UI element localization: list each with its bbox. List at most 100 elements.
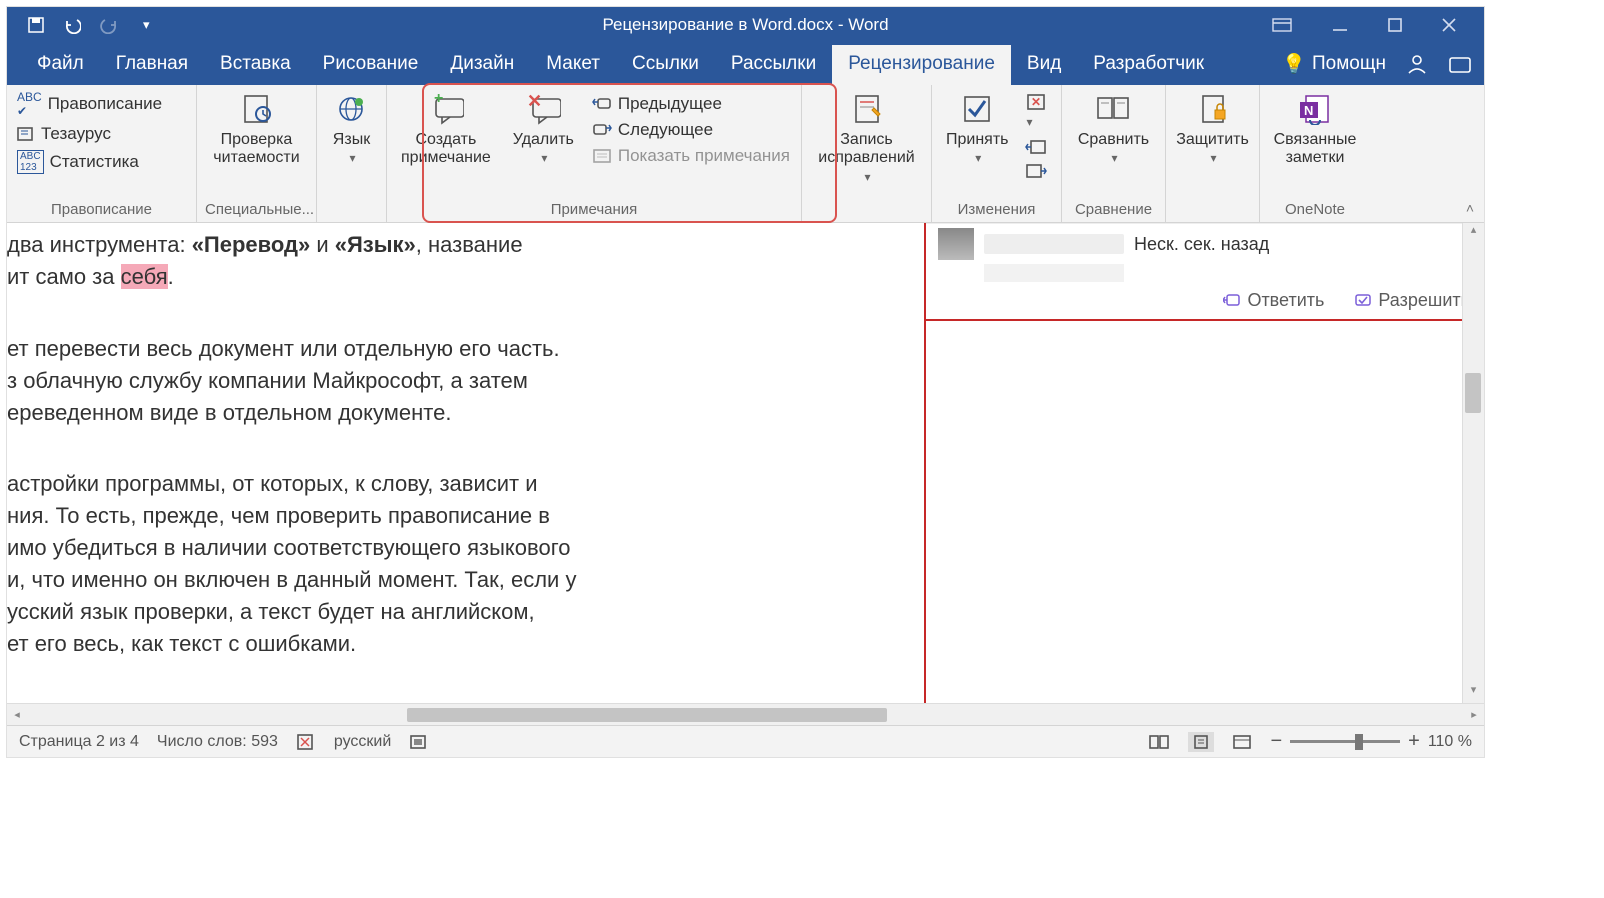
compare-button[interactable]: Сравнить [1072, 89, 1155, 170]
group-protect: Защитить [1166, 85, 1260, 222]
qat-customize-icon[interactable]: ▾ [143, 17, 150, 33]
title-bar: ▾ Рецензирование в Word.docx - Word [7, 7, 1484, 43]
save-icon[interactable] [27, 16, 45, 34]
lock-icon [1195, 91, 1231, 127]
next-comment-icon [592, 122, 612, 138]
tab-insert[interactable]: Вставка [204, 45, 307, 85]
tab-mailings[interactable]: Рассылки [715, 45, 832, 85]
maximize-icon[interactable] [1388, 18, 1402, 32]
zoom-level[interactable]: 110 % [1428, 733, 1472, 751]
thesaurus-button[interactable]: Тезаурус [15, 123, 164, 145]
zoom-in-button[interactable]: + [1408, 730, 1420, 753]
new-comment-icon: + [428, 91, 464, 127]
share-icon[interactable] [1448, 54, 1472, 74]
previous-comment-button[interactable]: Предыдущее [590, 93, 792, 115]
horizontal-scrollbar[interactable]: ◂ ▸ [7, 703, 1484, 725]
tab-file[interactable]: Файл [21, 45, 100, 85]
reject-icon[interactable]: ✕ [1025, 93, 1047, 131]
comment-item[interactable]: Неск. сек. назад Ответить Разрешить [926, 224, 1484, 321]
accept-icon [959, 91, 995, 127]
tab-view[interactable]: Вид [1011, 45, 1077, 85]
close-icon[interactable] [1442, 18, 1456, 32]
onenote-icon: N [1297, 91, 1333, 127]
lightbulb-icon: 💡 [1282, 52, 1306, 76]
delete-comment-icon: ✕ [525, 91, 561, 127]
readability-icon [238, 91, 274, 127]
tab-references[interactable]: Ссылки [616, 45, 715, 85]
undo-icon[interactable] [63, 16, 81, 34]
comment-body [984, 264, 1124, 282]
group-tracking: Запись исправлений [802, 85, 932, 222]
zoom-slider[interactable] [1290, 740, 1400, 743]
page-indicator[interactable]: Страница 2 из 4 [19, 733, 139, 751]
svg-text:+: + [434, 93, 443, 107]
ribbon: ABC✔Правописание Тезаурус ABC123Статисти… [7, 85, 1484, 223]
svg-text:✕: ✕ [527, 93, 542, 111]
tab-review[interactable]: Рецензирование [832, 45, 1011, 85]
scroll-thumb[interactable] [1465, 373, 1481, 413]
tab-developer[interactable]: Разработчик [1077, 45, 1220, 85]
next-comment-button[interactable]: Следующее [590, 119, 792, 141]
group-changes: Принять ✕ Изменения [932, 85, 1062, 222]
delete-comment-button[interactable]: ✕ Удалить [507, 89, 580, 170]
resolve-button[interactable]: Разрешить [1354, 290, 1470, 311]
compare-icon [1095, 91, 1131, 127]
group-language: Язык [317, 85, 387, 222]
globe-icon [333, 91, 369, 127]
group-onenote: N Связанные заметки OneNote [1260, 85, 1370, 222]
read-mode-icon[interactable] [1148, 734, 1170, 750]
group-comments: + Создать примечание ✕ Удалить Предыдуще… [387, 85, 802, 222]
content-area: два инструмента: «Перевод» и «Язык», наз… [7, 223, 1484, 703]
group-accessibility: Проверка читаемости Специальные... [197, 85, 317, 222]
tab-design[interactable]: Дизайн [434, 45, 530, 85]
language-indicator[interactable]: русский [334, 733, 391, 751]
comments-pane: Неск. сек. назад Ответить Разрешить [926, 223, 1484, 703]
prev-change-icon[interactable] [1025, 139, 1047, 155]
reply-button[interactable]: Ответить [1223, 290, 1324, 311]
readability-button[interactable]: Проверка читаемости [207, 89, 305, 170]
collapse-ribbon-icon[interactable]: ˄ [1466, 200, 1474, 216]
avatar [938, 228, 974, 260]
new-comment-button[interactable]: + Создать примечание [395, 89, 497, 170]
spelling-button[interactable]: ABC✔Правописание [15, 89, 164, 119]
track-changes-button[interactable]: Запись исправлений [810, 89, 923, 188]
comment-author [984, 234, 1124, 254]
proofing-status-icon[interactable] [296, 733, 316, 751]
account-icon[interactable] [1406, 53, 1428, 75]
track-changes-icon [849, 91, 885, 127]
word-count[interactable]: Число слов: 593 [157, 733, 278, 751]
ribbon-tabs: Файл Главная Вставка Рисование Дизайн Ма… [7, 43, 1484, 85]
macro-indicator-icon[interactable] [409, 734, 427, 750]
status-bar: Страница 2 из 4 Число слов: 593 русский … [7, 725, 1484, 757]
show-comments-button[interactable]: Показать примечания [590, 145, 792, 167]
tab-home[interactable]: Главная [100, 45, 204, 85]
minimize-icon[interactable] [1332, 18, 1348, 32]
accept-button[interactable]: Принять [940, 89, 1015, 170]
group-proofing: ABC✔Правописание Тезаурус ABC123Статисти… [7, 85, 197, 222]
comment-time: Неск. сек. назад [1134, 234, 1269, 255]
tab-layout[interactable]: Макет [530, 45, 616, 85]
spelling-icon: ABC✔ [17, 90, 42, 118]
ribbon-display-icon[interactable] [1272, 18, 1292, 32]
zoom-out-button[interactable]: − [1270, 730, 1282, 753]
onenote-button[interactable]: N Связанные заметки [1268, 89, 1363, 170]
hscroll-thumb[interactable] [407, 708, 887, 722]
group-compare: Сравнить Сравнение [1062, 85, 1166, 222]
word-count-button[interactable]: ABC123Статистика [15, 149, 164, 175]
web-layout-icon[interactable] [1232, 734, 1252, 750]
protect-button[interactable]: Защитить [1170, 89, 1255, 170]
redo-icon[interactable] [99, 16, 117, 34]
vertical-scrollbar[interactable]: ▴ ▾ [1462, 223, 1484, 703]
document-body[interactable]: два инструмента: «Перевод» и «Язык», наз… [7, 223, 926, 703]
next-change-icon[interactable] [1025, 163, 1047, 179]
app-window: ▾ Рецензирование в Word.docx - Word Файл… [6, 6, 1485, 758]
tell-me[interactable]: 💡 Помощн [1282, 52, 1386, 76]
thesaurus-icon [17, 126, 35, 142]
tab-draw[interactable]: Рисование [307, 45, 435, 85]
show-comments-icon [592, 148, 612, 164]
selected-text: себя [121, 264, 168, 289]
svg-text:✕: ✕ [1031, 95, 1041, 109]
stats-icon: ABC123 [17, 150, 44, 174]
print-layout-icon[interactable] [1188, 732, 1214, 752]
language-button[interactable]: Язык [327, 89, 376, 170]
